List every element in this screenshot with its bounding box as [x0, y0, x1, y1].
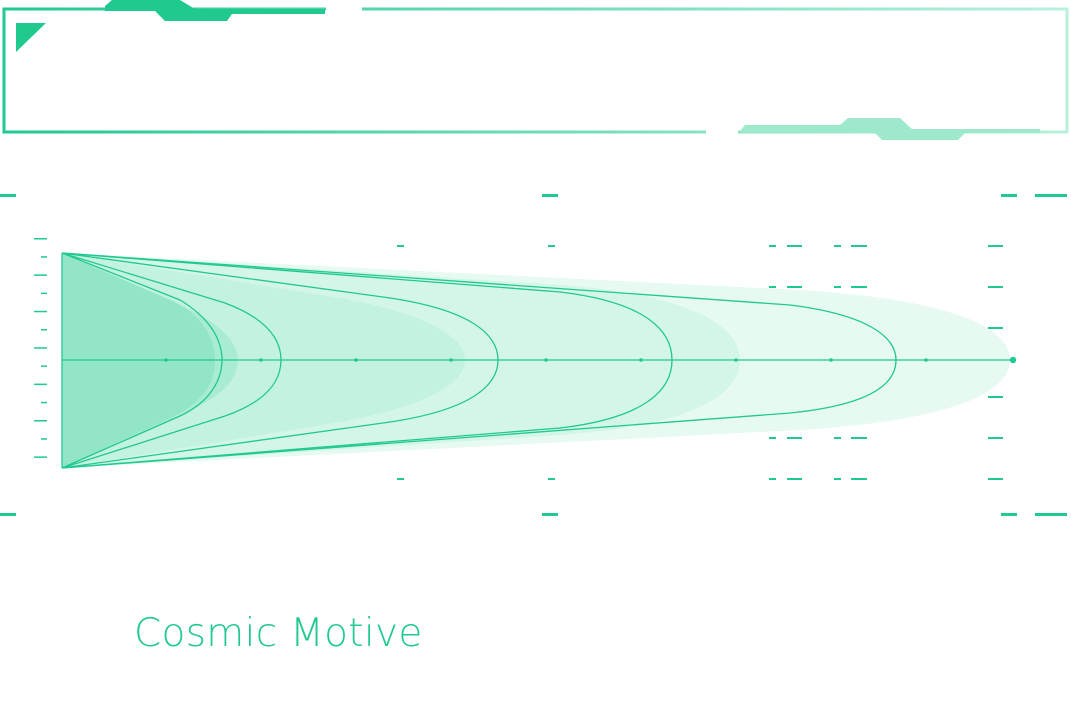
scale-tick — [34, 274, 47, 276]
axis-dot — [829, 358, 833, 362]
vertical-scale — [34, 238, 47, 458]
grid-tick — [988, 437, 1003, 439]
scale-tick — [41, 292, 47, 295]
scale-tick — [34, 420, 47, 422]
bottom-tab-band — [740, 118, 1040, 140]
grid-tick — [769, 478, 776, 480]
axis-dot — [639, 358, 643, 362]
axis-dot — [354, 358, 358, 362]
grid-tick — [397, 478, 404, 480]
grid-tick — [834, 286, 841, 288]
grid-tick — [834, 437, 841, 439]
bracket-mark — [1035, 513, 1067, 516]
grid-tick — [787, 286, 802, 288]
scale-tick — [41, 365, 47, 367]
grid-tick — [988, 286, 1003, 288]
logo-artwork: Cosmic Motive — [0, 0, 1069, 656]
grid-tick — [769, 245, 776, 247]
grid-tick — [834, 478, 841, 480]
scale-tick — [34, 347, 47, 349]
grid-tick — [851, 286, 867, 288]
banner-frame — [2, 0, 1069, 140]
bracket-mark — [1001, 194, 1017, 197]
scale-tick — [41, 438, 47, 440]
axis-dot — [259, 358, 263, 362]
grid-tick — [397, 245, 404, 247]
axis-end-dot — [1009, 356, 1017, 364]
scale-tick — [34, 456, 47, 458]
grid-tick — [834, 245, 841, 247]
brand-name: Cosmic Motive — [134, 611, 423, 656]
bracket-mark — [0, 194, 16, 197]
bracket-mark — [1001, 513, 1017, 516]
grid-tick — [851, 478, 867, 480]
scale-tick — [41, 329, 47, 331]
corner-triangle — [16, 23, 46, 52]
bracket-mark — [0, 513, 16, 516]
grid-tick — [988, 478, 1003, 480]
top-tab-band — [105, 0, 325, 21]
scale-tick — [34, 238, 47, 240]
grid-tick — [769, 286, 776, 288]
grid-tick — [787, 245, 802, 247]
grid-tick — [988, 245, 1003, 247]
grid-tick — [769, 437, 776, 439]
axis-dot — [449, 358, 453, 362]
grid-tick — [988, 327, 1003, 329]
scale-tick — [34, 310, 47, 313]
cone-group — [61, 252, 1017, 469]
bracket-mark — [542, 513, 558, 516]
frame-outline — [2, 7, 1069, 134]
bracket-mark — [1035, 194, 1067, 197]
grid-tick — [851, 245, 867, 247]
grid-tick — [851, 437, 867, 439]
axis-dot — [164, 358, 168, 362]
axis-dot — [734, 358, 738, 362]
grid-tick — [548, 245, 555, 247]
grid-tick — [787, 478, 802, 480]
scale-tick — [41, 256, 47, 258]
axis-dot — [924, 358, 928, 362]
scale-tick — [41, 401, 47, 404]
scale-tick — [34, 383, 47, 386]
grid-tick — [787, 437, 802, 439]
grid-tick — [548, 478, 555, 480]
axis-dot — [544, 358, 548, 362]
bracket-mark — [542, 194, 558, 197]
grid-tick — [988, 396, 1003, 398]
